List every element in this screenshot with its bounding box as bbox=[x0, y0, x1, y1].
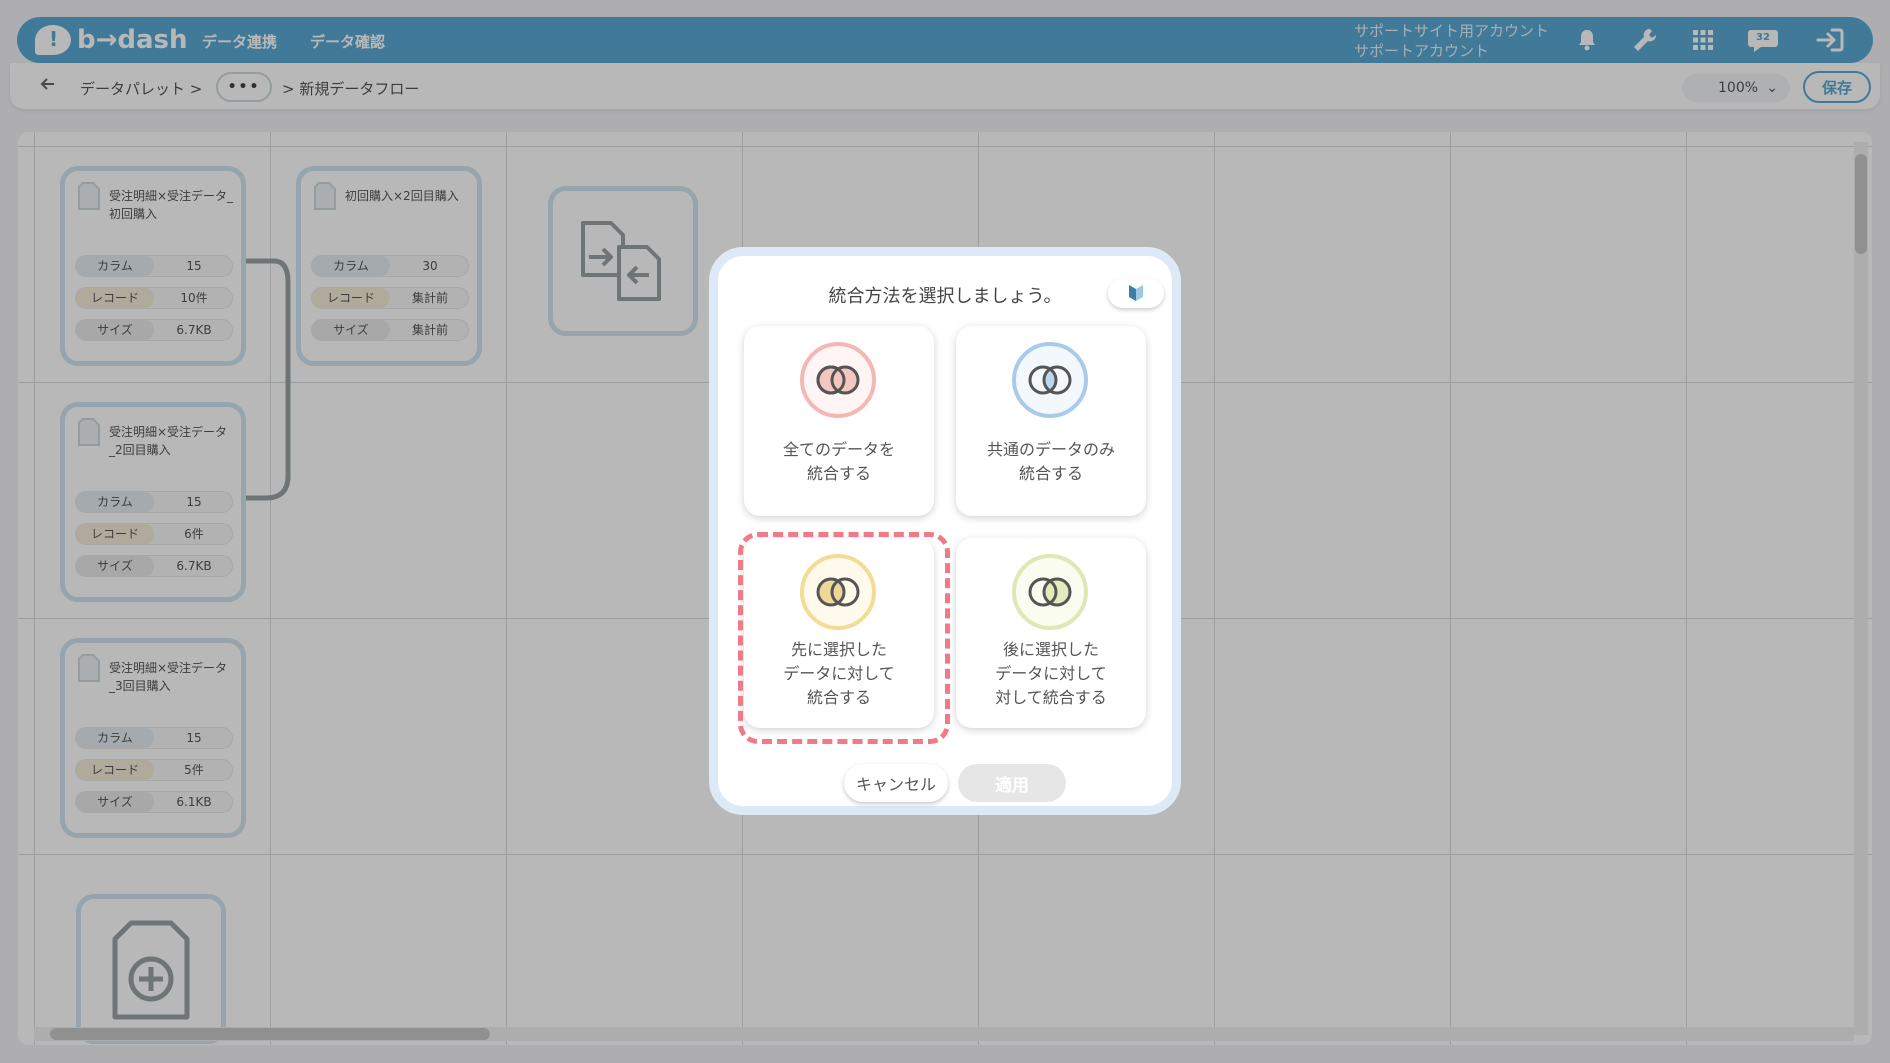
venn-full-icon bbox=[800, 342, 876, 418]
option-merge-common[interactable]: 共通のデータのみ 統合する bbox=[956, 326, 1146, 516]
option-label: 先に選択した データに対して 統合する bbox=[744, 638, 934, 710]
apply-button[interactable]: 適用 bbox=[958, 764, 1066, 802]
option-label-line: データに対して bbox=[783, 664, 895, 683]
option-label-line: 後に選択した bbox=[1002, 640, 1099, 659]
option-label-line: 共通のデータのみ bbox=[986, 440, 1115, 459]
option-label: 共通のデータのみ 統合する bbox=[956, 438, 1146, 486]
option-merge-left[interactable]: 先に選択した データに対して 統合する bbox=[738, 532, 950, 744]
venn-inner-icon bbox=[1012, 342, 1088, 418]
dialog-title: 統合方法を選択しましょう。 bbox=[828, 286, 1062, 307]
option-label: 全てのデータを 統合する bbox=[744, 438, 934, 486]
venn-left-icon bbox=[800, 554, 876, 630]
option-merge-all[interactable]: 全てのデータを 統合する bbox=[744, 326, 934, 516]
venn-right-icon bbox=[1012, 554, 1088, 630]
beginner-guide-button[interactable] bbox=[1108, 278, 1164, 308]
cancel-button[interactable]: キャンセル bbox=[844, 764, 948, 802]
option-label-line: 対して統合する bbox=[995, 688, 1107, 707]
option-merge-right[interactable]: 後に選択した データに対して 対して統合する bbox=[956, 538, 1146, 728]
option-label-line: 先に選択した bbox=[790, 640, 887, 659]
option-label: 後に選択した データに対して 対して統合する bbox=[956, 638, 1146, 710]
option-label-line: 統合する bbox=[1018, 464, 1083, 483]
option-label-line: データに対して bbox=[995, 664, 1107, 683]
option-label-line: 統合する bbox=[806, 464, 871, 483]
option-label-line: 全てのデータを bbox=[782, 440, 895, 459]
option-label-line: 統合する bbox=[806, 688, 871, 707]
merge-method-dialog: 統合方法を選択しましょう。 全てのデータを 統合する 共通のデータのみ 統合する… bbox=[709, 247, 1181, 815]
beginner-mark-icon bbox=[1129, 285, 1143, 301]
